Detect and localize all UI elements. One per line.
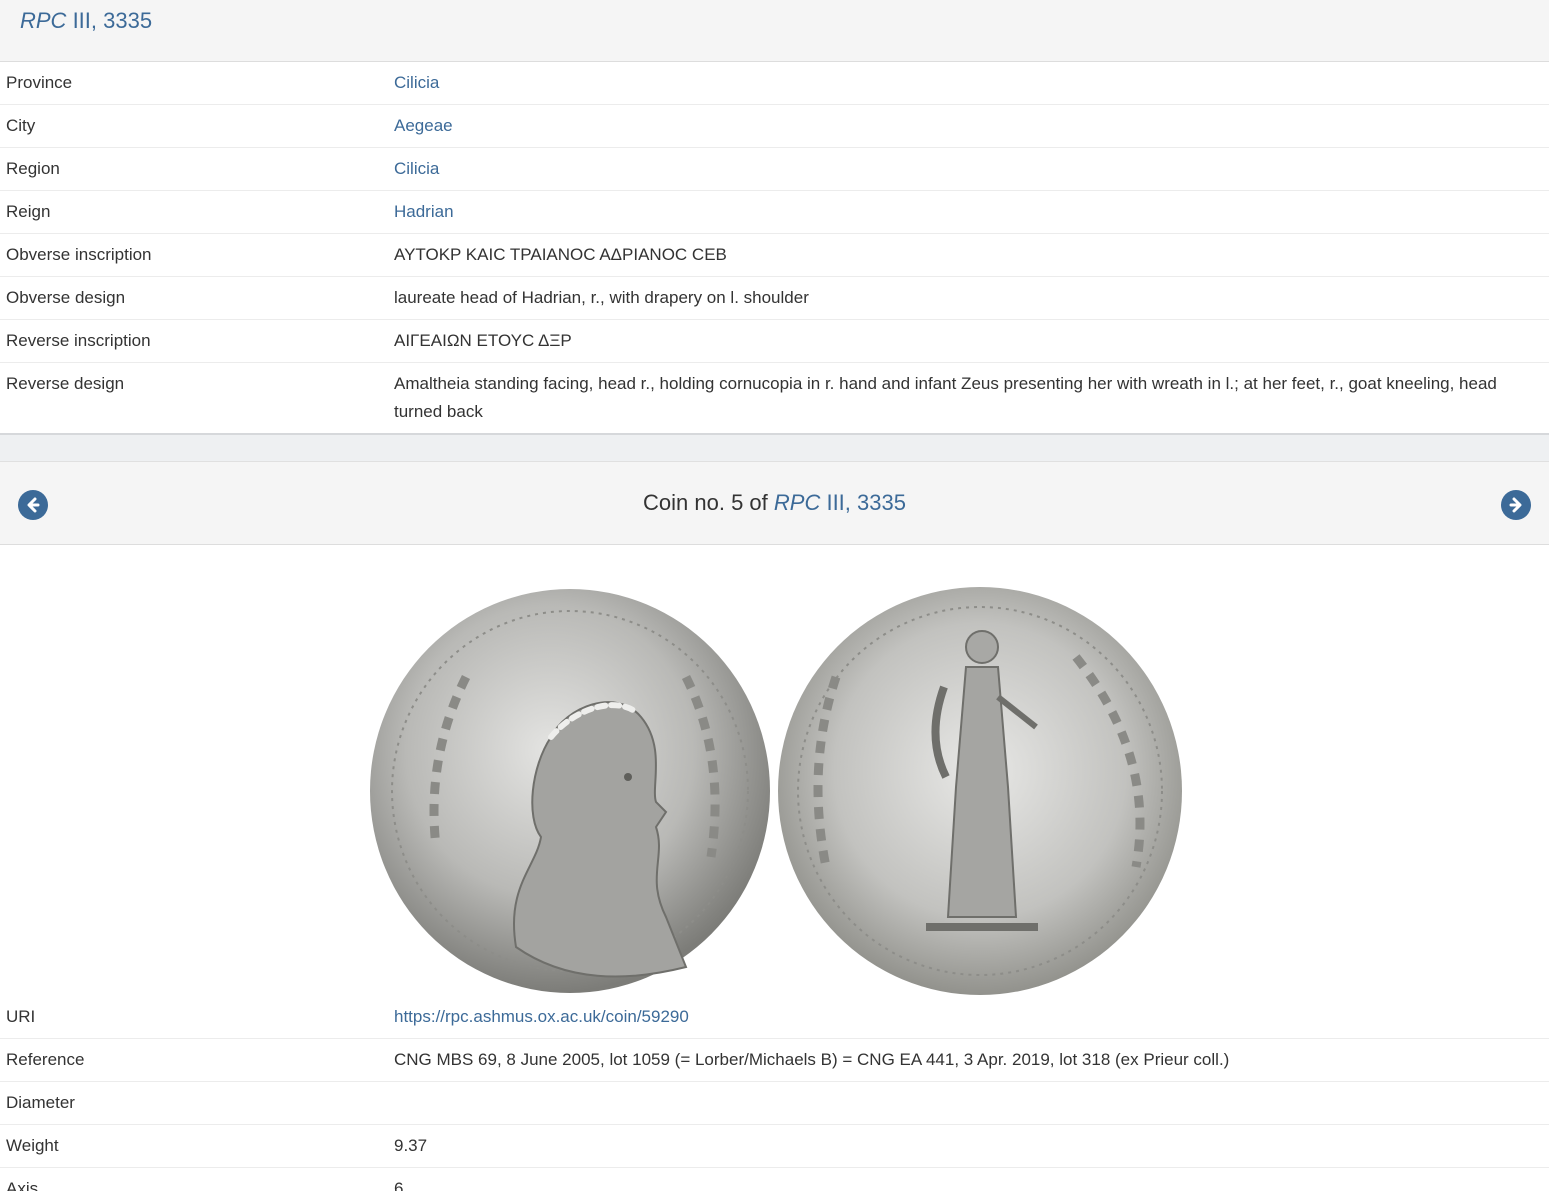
attribute-value: laureate head of Hadrian, r., with drape… — [388, 276, 1549, 320]
attribute-value: ΑΥΤΟΚΡ ΚΑΙϹ ΤΡΑΙΑΝΟϹ ΑΔΡΙΑΝΟϹ ϹΕΒ — [388, 233, 1549, 277]
coin-nav-title: Coin no. 5 of RPC III, 3335 — [643, 490, 906, 516]
attribute-row: City Aegeae — [0, 104, 1549, 148]
attribute-label: Reverse inscription — [0, 319, 388, 363]
attribute-label: Diameter — [0, 1081, 388, 1125]
attribute-label: Reverse design — [0, 362, 388, 433]
attribute-label: Weight — [0, 1124, 388, 1168]
coin-nav-prefix: Coin no. 5 of — [643, 490, 774, 515]
attribute-value: CNG MBS 69, 8 June 2005, lot 1059 (= Lor… — [388, 1038, 1549, 1082]
attribute-label: Region — [0, 147, 388, 191]
attribute-row: Diameter — [0, 1081, 1549, 1125]
attribute-value: 9.37 — [388, 1124, 1549, 1168]
attribute-value-link[interactable]: Hadrian — [388, 190, 1549, 234]
attribute-row: Weight 9.37 — [0, 1124, 1549, 1168]
arrow-left-circle-icon — [27, 497, 40, 513]
attribute-value-link[interactable]: https://rpc.ashmus.ox.ac.uk/coin/59290 — [388, 996, 1549, 1039]
coin-navigation: Coin no. 5 of RPC III, 3335 — [0, 461, 1549, 545]
coin-nav-series: RPC — [773, 490, 821, 515]
coin-reverse-image[interactable] — [776, 587, 1184, 995]
attribute-row: Region Cilicia — [0, 147, 1549, 191]
attribute-value: Amaltheia standing facing, head r., hold… — [388, 362, 1549, 433]
coin-attributes-table: URI https://rpc.ashmus.ox.ac.uk/coin/5929… — [0, 996, 1549, 1191]
attribute-row: Reference CNG MBS 69, 8 June 2005, lot 10… — [0, 1038, 1549, 1082]
attribute-label: Reign — [0, 190, 388, 234]
attribute-row: Reverse inscription ΑΙΓΕΑΙΩΝ ΕΤΟΥϹ ΔΞΡ — [0, 319, 1549, 363]
attribute-label: Axis — [0, 1167, 388, 1191]
attribute-row: Reign Hadrian — [0, 190, 1549, 234]
coin-obverse-image[interactable] — [366, 587, 774, 995]
type-title-link[interactable]: RPC III, 3335 — [20, 8, 152, 33]
attribute-value-link[interactable]: Aegeae — [388, 104, 1549, 148]
coin-record-page: RPC III, 3335 Province Cilicia City Aegeae R… — [0, 0, 1549, 1191]
coin-images — [0, 545, 1549, 996]
attribute-label: Province — [6, 73, 73, 92]
attribute-value — [388, 1081, 1549, 1125]
previous-coin-button[interactable] — [18, 490, 48, 520]
attribute-value-link[interactable]: Cilicia — [388, 147, 1549, 191]
type-header: RPC III, 3335 — [0, 0, 1549, 62]
attribute-label: URI — [6, 1007, 36, 1026]
attribute-row: URI https://rpc.ashmus.ox.ac.uk/coin/5929… — [0, 996, 1549, 1039]
attribute-value: ΑΙΓΕΑΙΩΝ ΕΤΟΥϹ ΔΞΡ — [388, 319, 1549, 363]
arrow-right-circle-icon — [1509, 497, 1522, 513]
attribute-label: City — [0, 104, 388, 148]
next-coin-button[interactable] — [1501, 490, 1531, 520]
attribute-label: Obverse inscription — [0, 233, 388, 277]
attribute-row: Obverse inscription ΑΥΤΟΚΡ ΚΑΙϹ ΤΡΑΙΑΝΟϹ … — [0, 233, 1549, 277]
type-title-number: III, 3335 — [66, 8, 153, 33]
type-title-series: RPC — [20, 8, 67, 33]
attribute-row: Reverse design Amaltheia standing facing,… — [0, 362, 1549, 433]
attribute-row: Obverse design laureate head of Hadrian, … — [0, 276, 1549, 320]
type-attributes-table: Province Cilicia City Aegeae Region Cilicia Re… — [0, 62, 1549, 433]
attribute-label: Reference — [0, 1038, 388, 1082]
attribute-value-link[interactable]: Cilicia — [388, 62, 1549, 105]
attribute-row: Axis 6 — [0, 1167, 1549, 1191]
attribute-label: Obverse design — [0, 276, 388, 320]
coin-nav-type-link[interactable]: RPC III, 3335 — [774, 490, 906, 515]
attribute-value: 6 — [388, 1167, 1549, 1191]
attribute-row: Province Cilicia — [0, 62, 1549, 105]
coin-nav-number: III, 3335 — [820, 490, 906, 515]
section-divider — [0, 433, 1549, 461]
